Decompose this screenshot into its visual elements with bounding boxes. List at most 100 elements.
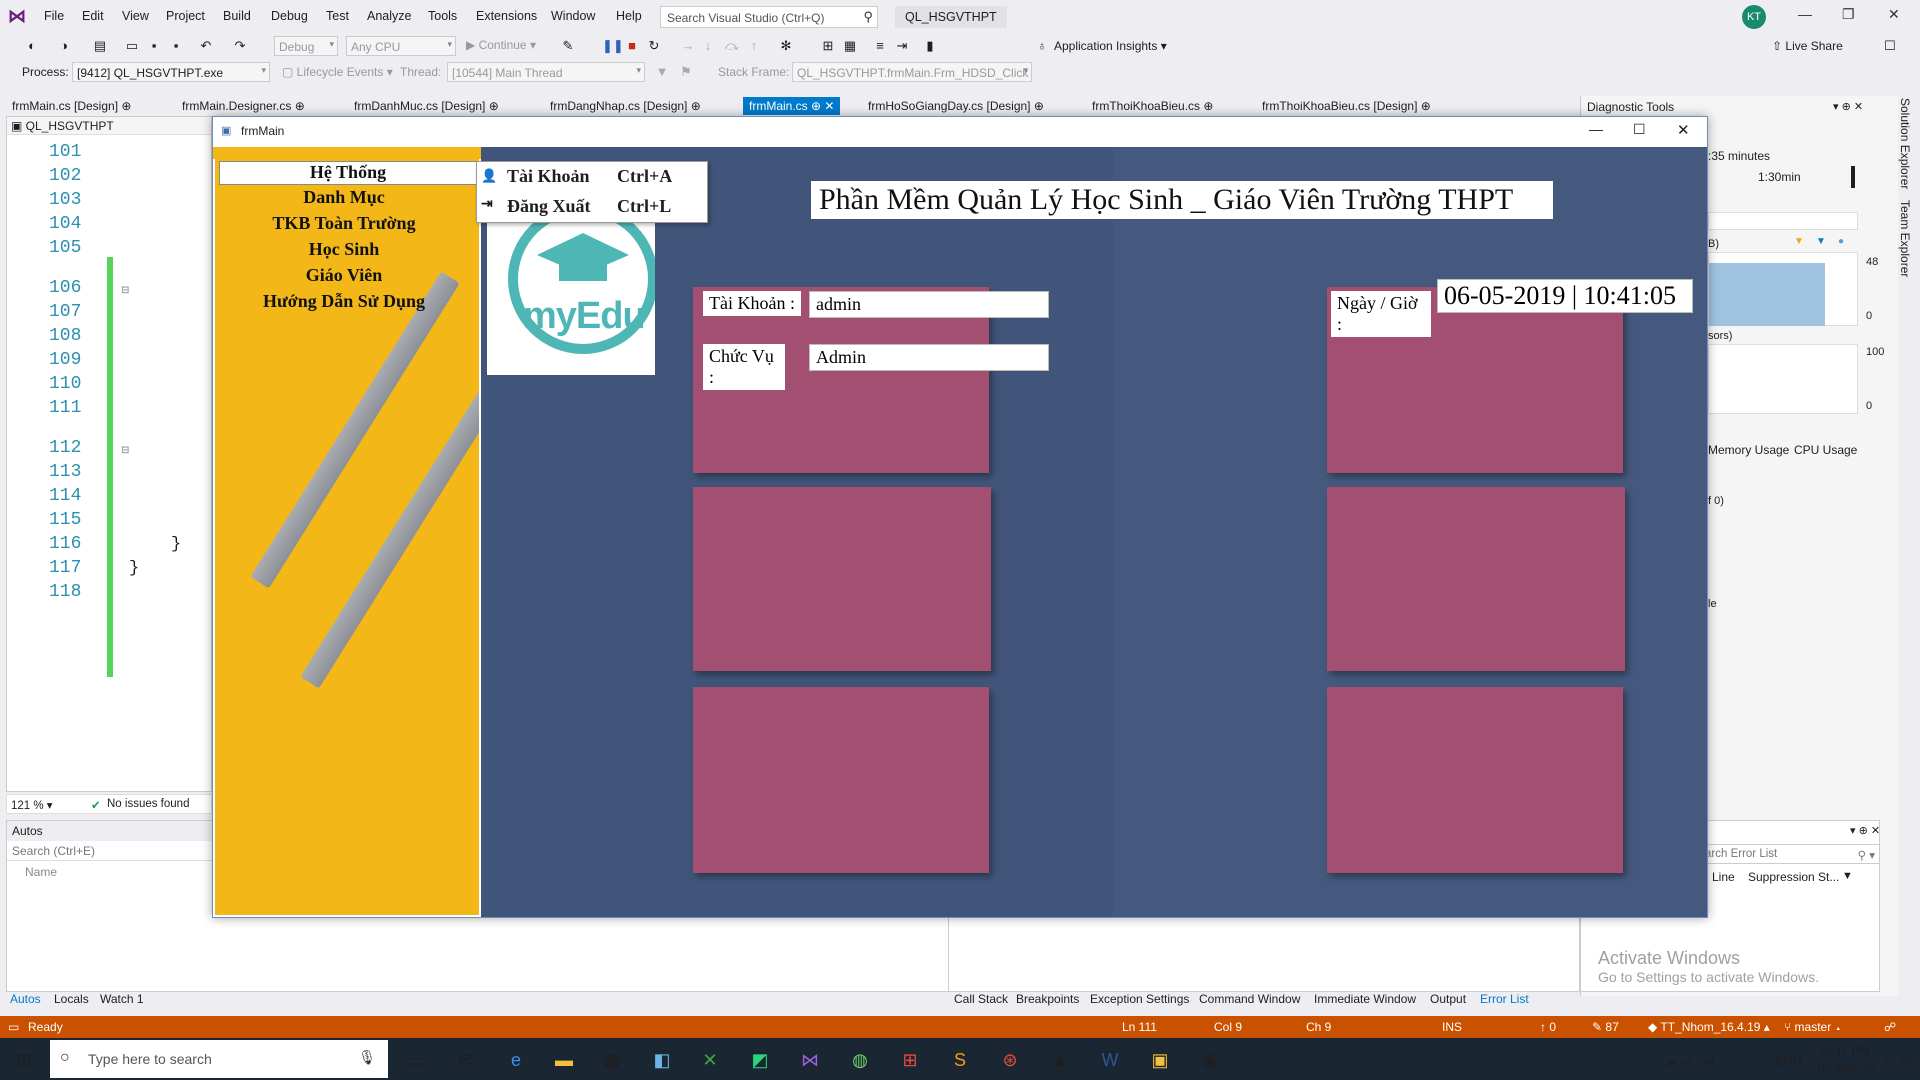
- close-icon[interactable]: ✕: [1888, 6, 1900, 23]
- hot-reload-icon[interactable]: ✎: [560, 38, 576, 54]
- step-into-icon[interactable]: ↓: [700, 38, 716, 54]
- app-icon[interactable]: ⊞: [898, 1048, 922, 1072]
- collapse-icon[interactable]: ⊟: [121, 445, 129, 456]
- live-share-button[interactable]: ⇧ Live Share: [1772, 39, 1843, 53]
- frmmain-window[interactable]: ▣ frmMain — ☐ ✕ Hệ Thống Danh Mục TKB To…: [212, 116, 1708, 918]
- menu-build[interactable]: Build: [223, 9, 251, 23]
- tab-frmmain-code[interactable]: frmMain.cs ⊕ ✕: [743, 97, 841, 115]
- menu-extensions[interactable]: Extensions: [476, 9, 537, 23]
- tab-frmmain-designer[interactable]: frmMain.Designer.cs ⊕: [176, 97, 311, 115]
- align-icon[interactable]: ≡: [872, 38, 888, 54]
- restart-icon[interactable]: ↻: [646, 38, 662, 54]
- clock-time[interactable]: 10:41 PM: [1818, 1044, 1869, 1058]
- platform-select[interactable]: Any CPU ▾: [346, 36, 456, 56]
- notification-center-icon[interactable]: ▭ 20: [1884, 1052, 1912, 1066]
- sublime-icon[interactable]: S: [948, 1048, 972, 1072]
- windows-start-icon[interactable]: ⊞: [12, 1048, 36, 1072]
- tab-frmmain-design[interactable]: frmMain.cs [Design] ⊕: [6, 97, 137, 115]
- tab-watch1[interactable]: Watch 1: [100, 992, 144, 1006]
- tab-frmhosogiangday-design[interactable]: frmHoSoGiangDay.cs [Design] ⊕: [862, 97, 1050, 115]
- form-close-icon[interactable]: ✕: [1677, 121, 1690, 139]
- event-marker-icon[interactable]: ▼: [1794, 236, 1804, 247]
- tab-frmdanhmuc-design[interactable]: frmDanhMuc.cs [Design] ⊕: [348, 97, 505, 115]
- visual-studio-icon[interactable]: ⋈: [798, 1048, 822, 1072]
- minimize-icon[interactable]: —: [1798, 6, 1812, 22]
- bookmark-icon[interactable]: ▮: [922, 38, 938, 54]
- pending-changes-button[interactable]: ✎ 87: [1592, 1020, 1619, 1034]
- app-insights-button[interactable]: Application Insights ▾: [1054, 39, 1167, 53]
- redo-icon[interactable]: ↷: [232, 38, 248, 54]
- store-icon[interactable]: ▦: [600, 1048, 624, 1072]
- panel-controls[interactable]: ▾ ⊕ ✕: [1833, 100, 1863, 113]
- menu-analyze[interactable]: Analyze: [367, 9, 411, 23]
- save-all-icon[interactable]: ▪: [168, 38, 184, 54]
- menu-giao-vien[interactable]: Giáo Viên: [215, 265, 473, 286]
- tab-output[interactable]: Output: [1430, 992, 1466, 1006]
- tab-error-list[interactable]: Error List: [1480, 992, 1529, 1006]
- step-over-icon[interactable]: ⤼: [724, 38, 740, 54]
- tab-locals[interactable]: Locals: [54, 992, 89, 1006]
- open-icon[interactable]: ▭: [124, 38, 140, 54]
- tab-frmthoikhoabieu[interactable]: frmThoiKhoaBieu.cs ⊕: [1086, 97, 1219, 115]
- column-line[interactable]: Line: [1712, 870, 1735, 884]
- layout-icon[interactable]: ⊞: [820, 38, 836, 54]
- dropdown-dang-xuat[interactable]: ⇥ Đăng Xuất Ctrl+L: [477, 192, 707, 222]
- tab-breakpoints[interactable]: Breakpoints: [1016, 992, 1079, 1006]
- menu-project[interactable]: Project: [166, 9, 205, 23]
- mail-icon[interactable]: ✉: [454, 1048, 478, 1072]
- app-insights-icon[interactable]: ♁: [1034, 38, 1050, 54]
- notifications-icon[interactable]: ☍: [1884, 1020, 1896, 1034]
- configuration-select[interactable]: Debug ▾: [274, 36, 338, 56]
- app-icon[interactable]: ⊛: [998, 1048, 1022, 1072]
- dropdown-tai-khoan[interactable]: 👤 Tài Khoản Ctrl+A: [477, 162, 707, 192]
- flag-icon[interactable]: ⚑: [678, 64, 694, 80]
- filter-icon[interactable]: ▼: [654, 64, 670, 80]
- forward-icon[interactable]: ◑: [56, 38, 72, 54]
- indent-icon[interactable]: ⇥: [894, 38, 910, 54]
- lifecycle-events-button[interactable]: ▢ Lifecycle Events ▾: [282, 65, 393, 79]
- tab-call-stack[interactable]: Call Stack: [954, 992, 1008, 1006]
- repository-button[interactable]: ◆ TT_Nhom_16.4.19 ▴: [1648, 1020, 1770, 1034]
- thread-select[interactable]: [10544] Main Thread ▾: [447, 62, 645, 82]
- menu-view[interactable]: View: [122, 9, 149, 23]
- menu-huong-dan-su-dung[interactable]: Hướng Dẫn Sử Dụng: [215, 291, 473, 312]
- tab-autos[interactable]: Autos: [10, 992, 41, 1006]
- taskbar-search[interactable]: ○ Type here to search 🎙: [50, 1040, 388, 1078]
- tab-solution-explorer[interactable]: Solution Explorer: [1898, 98, 1912, 189]
- form-minimize-icon[interactable]: —: [1589, 121, 1603, 137]
- feedback-icon[interactable]: ☐: [1882, 38, 1898, 54]
- app-icon[interactable]: ◧: [650, 1048, 674, 1072]
- tab-immediate-window[interactable]: Immediate Window: [1314, 992, 1416, 1006]
- form-maximize-icon[interactable]: ☐: [1633, 121, 1646, 138]
- menu-hoc-sinh[interactable]: Học Sinh: [215, 239, 473, 260]
- menu-test[interactable]: Test: [326, 9, 349, 23]
- pycharm-icon[interactable]: ◩: [748, 1048, 772, 1072]
- properties-icon[interactable]: ▦: [842, 38, 858, 54]
- branch-button[interactable]: ⑂ master ▴: [1784, 1020, 1842, 1034]
- edge-icon[interactable]: e: [504, 1048, 528, 1072]
- menu-he-thong[interactable]: Hệ Thống: [219, 161, 477, 185]
- column-suppression[interactable]: Suppression St...: [1748, 870, 1839, 884]
- tab-command-window[interactable]: Command Window: [1199, 992, 1300, 1006]
- menu-debug[interactable]: Debug: [271, 9, 308, 23]
- code-editor[interactable]: ▣ QL_HSGVTHPT 101 102 103 104 105 106 10…: [6, 116, 212, 792]
- menu-tools[interactable]: Tools: [428, 9, 457, 23]
- panel-controls[interactable]: ▾ ⊕ ✕: [1850, 824, 1880, 837]
- menu-edit[interactable]: Edit: [82, 9, 104, 23]
- collapse-icon[interactable]: ⊟: [121, 285, 129, 296]
- tab-frmdangnhap-design[interactable]: frmDangNhap.cs [Design] ⊕: [544, 97, 707, 115]
- menu-danh-muc[interactable]: Danh Mục: [215, 187, 473, 208]
- app-icon[interactable]: ◉: [1198, 1048, 1222, 1072]
- menu-tkb-toan-truong[interactable]: TKB Toàn Trường: [215, 213, 473, 234]
- zoom-select[interactable]: 121 % ▾: [11, 798, 53, 812]
- save-icon[interactable]: ▪: [146, 38, 162, 54]
- photos-icon[interactable]: ▲: [1048, 1048, 1072, 1072]
- timeline-cursor[interactable]: [1851, 166, 1855, 188]
- tab-team-explorer[interactable]: Team Explorer: [1898, 200, 1912, 277]
- excel-icon[interactable]: ✕: [698, 1048, 722, 1072]
- search-input[interactable]: Search Visual Studio (Ctrl+Q) ⚲: [660, 6, 878, 28]
- stop-icon[interactable]: ■: [624, 38, 640, 54]
- language-indicator[interactable]: ENG: [1776, 1054, 1802, 1068]
- tab-frmthoikhoabieu-design[interactable]: frmThoiKhoaBieu.cs [Design] ⊕: [1256, 97, 1437, 115]
- file-explorer-icon[interactable]: ▬: [552, 1048, 576, 1072]
